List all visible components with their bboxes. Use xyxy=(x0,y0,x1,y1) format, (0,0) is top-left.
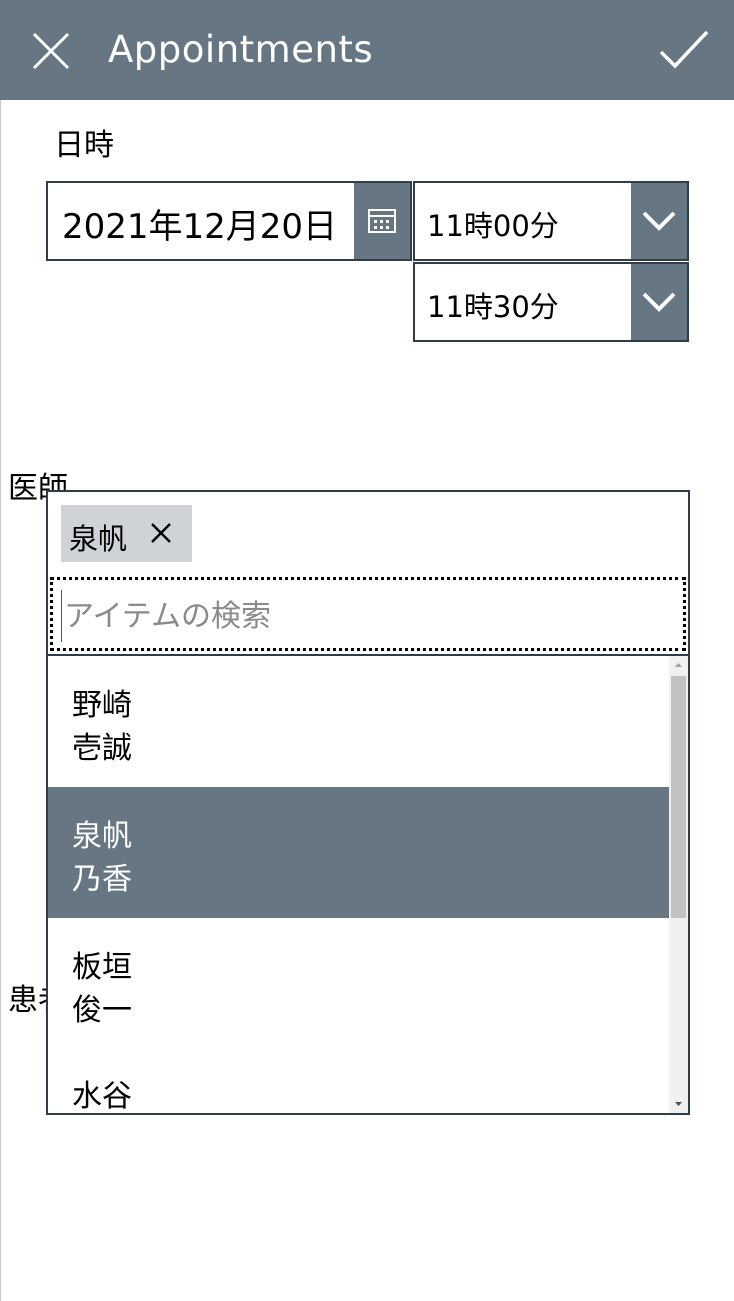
caret-down-icon xyxy=(675,1102,682,1106)
search-input[interactable] xyxy=(61,590,666,642)
scroll-down-arrow[interactable] xyxy=(669,1095,688,1113)
date-value: 2021年12月20日 xyxy=(62,207,338,247)
scroll-up-arrow[interactable] xyxy=(669,656,688,674)
start-time-value: 11時00分 xyxy=(427,209,559,243)
list-item-line1: 板垣 xyxy=(72,950,132,985)
caret-up-icon xyxy=(675,663,682,667)
scrollbar-thumb[interactable] xyxy=(671,676,686,918)
page-edge xyxy=(0,100,1,1301)
list-item-line2: 乃香 xyxy=(72,862,132,897)
date-picker[interactable]: 2021年12月20日 xyxy=(46,181,412,261)
list-item-line2: 俊一 xyxy=(72,993,132,1028)
close-icon xyxy=(151,523,171,543)
checkmark-icon xyxy=(659,30,709,69)
calendar-button[interactable] xyxy=(354,183,410,259)
end-time-chevron-button[interactable] xyxy=(631,264,687,340)
list-item[interactable]: 水谷 xyxy=(48,1049,669,1113)
chip-remove-button[interactable] xyxy=(149,521,173,545)
close-icon xyxy=(32,32,70,70)
doctor-list: 野崎 壱誠 泉帆 乃香 板垣 俊一 水谷 xyxy=(48,656,669,1113)
chevron-down-icon xyxy=(642,292,676,312)
end-time-value: 11時30分 xyxy=(427,290,559,324)
selected-doctor-chip: 泉帆 xyxy=(61,505,192,562)
list-item-selected[interactable]: 泉帆 乃香 xyxy=(48,787,669,918)
chip-label: 泉帆 xyxy=(69,522,128,556)
chevron-down-icon xyxy=(642,211,676,231)
list-item-line1: 野崎 xyxy=(72,688,132,723)
search-box xyxy=(50,577,686,651)
list-item-line2: 壱誠 xyxy=(72,731,132,766)
calendar-icon xyxy=(368,209,396,233)
list-item-line1: 泉帆 xyxy=(72,819,132,854)
datetime-label: 日時 xyxy=(54,128,114,163)
close-button[interactable] xyxy=(28,28,74,74)
list-item[interactable]: 板垣 俊一 xyxy=(48,918,669,1049)
list-item-line1: 水谷 xyxy=(72,1079,132,1113)
end-time-dropdown[interactable]: 11時30分 xyxy=(413,262,689,342)
page-title: Appointments xyxy=(108,28,374,71)
confirm-button[interactable] xyxy=(656,26,712,76)
start-time-chevron-button[interactable] xyxy=(631,183,687,259)
list-item[interactable]: 野崎 壱誠 xyxy=(48,656,669,787)
list-scrollbar[interactable] xyxy=(669,656,688,1113)
app-header: Appointments xyxy=(0,0,734,100)
start-time-dropdown[interactable]: 11時00分 xyxy=(413,181,689,261)
doctor-combobox[interactable]: 泉帆 野崎 壱誠 泉帆 乃香 板垣 俊一 水谷 xyxy=(46,490,690,1115)
